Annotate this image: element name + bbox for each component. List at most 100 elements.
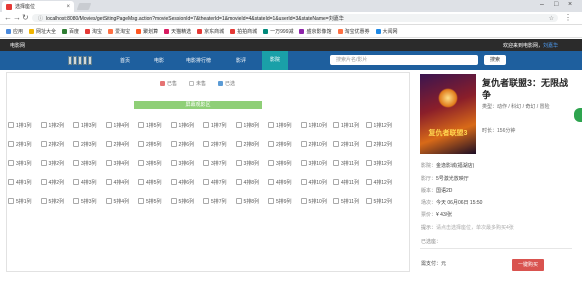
checkbox-icon[interactable]	[170, 122, 177, 128]
checkbox-icon[interactable]	[8, 160, 14, 166]
checkbox-icon[interactable]	[365, 179, 372, 185]
browser-tab[interactable]: 选择座位 ×	[2, 1, 74, 12]
bookmark-item[interactable]: 大阅网	[375, 28, 398, 35]
checkbox-icon[interactable]	[268, 179, 274, 185]
checkbox-icon[interactable]	[105, 179, 112, 185]
checkbox-icon[interactable]	[40, 198, 47, 204]
checkbox-icon[interactable]	[105, 198, 112, 204]
seat-checkbox[interactable]: 1排4列	[105, 121, 134, 129]
seat-checkbox[interactable]: 3排8列	[235, 159, 264, 167]
seat-checkbox[interactable]: 2排10列	[300, 140, 329, 148]
checkbox-icon[interactable]	[300, 198, 307, 204]
seat-checkbox[interactable]: 3排7列	[203, 159, 231, 167]
checkbox-icon[interactable]	[105, 122, 112, 128]
seat-checkbox[interactable]: 1排10列	[300, 121, 329, 129]
reload-icon[interactable]: ↻	[22, 14, 29, 22]
seat-checkbox[interactable]: 4排6列	[170, 178, 199, 186]
seat-checkbox[interactable]: 5排4列	[105, 197, 134, 205]
buy-button[interactable]: 一键购买	[512, 259, 544, 271]
seat-checkbox[interactable]: 4排1列	[8, 178, 36, 186]
seat-checkbox[interactable]: 4排4列	[105, 178, 134, 186]
checkbox-icon[interactable]	[203, 160, 209, 166]
close-window-icon[interactable]: ×	[568, 1, 572, 8]
bookmark-item[interactable]: 淘宝	[85, 28, 102, 35]
seat-checkbox[interactable]: 2排8列	[235, 140, 264, 148]
checkbox-icon[interactable]	[235, 160, 242, 166]
seat-checkbox[interactable]: 4排12列	[365, 178, 394, 186]
checkbox-icon[interactable]	[333, 179, 339, 185]
seat-checkbox[interactable]: 3排9列	[268, 159, 296, 167]
checkbox-icon[interactable]	[268, 122, 274, 128]
bookmark-item[interactable]: 网址大全	[29, 28, 56, 35]
bookmark-item[interactable]: 一万999减	[263, 28, 293, 35]
bookmark-star-icon[interactable]: ☆	[549, 15, 554, 22]
checkbox-icon[interactable]	[8, 122, 14, 128]
checkbox-icon[interactable]	[105, 160, 112, 166]
side-float-button[interactable]	[574, 108, 582, 122]
seat-checkbox[interactable]: 5排1列	[8, 197, 36, 205]
browser-menu-icon[interactable]: ⋮	[564, 14, 572, 22]
checkbox-icon[interactable]	[138, 141, 144, 147]
seat-checkbox[interactable]: 5排7列	[203, 197, 231, 205]
back-arrow-icon[interactable]: ←	[4, 14, 12, 22]
bookmark-item[interactable]: 百度	[62, 28, 79, 35]
search-button[interactable]: 搜索	[484, 55, 506, 65]
new-tab-button[interactable]	[76, 3, 92, 10]
bookmark-item[interactable]: 爱淘宝	[108, 28, 130, 35]
username-link[interactable]: 刘嘉华	[543, 43, 558, 49]
checkbox-icon[interactable]	[170, 160, 177, 166]
seat-checkbox[interactable]: 2排12列	[365, 140, 394, 148]
seat-checkbox[interactable]: 5排5列	[138, 197, 166, 205]
checkbox-icon[interactable]	[40, 141, 47, 147]
seat-checkbox[interactable]: 4排3列	[73, 178, 101, 186]
checkbox-icon[interactable]	[365, 122, 372, 128]
bookmark-item[interactable]: 天猫精选	[164, 28, 191, 35]
seat-checkbox[interactable]: 3排4列	[105, 159, 134, 167]
seat-checkbox[interactable]: 1排6列	[170, 121, 199, 129]
seat-checkbox[interactable]: 2排4列	[105, 140, 134, 148]
checkbox-icon[interactable]	[170, 179, 177, 185]
checkbox-icon[interactable]	[8, 179, 14, 185]
checkbox-icon[interactable]	[203, 198, 209, 204]
nav-movies[interactable]: 电影	[154, 57, 164, 64]
checkbox-icon[interactable]	[40, 179, 47, 185]
seat-checkbox[interactable]: 2排6列	[170, 140, 199, 148]
checkbox-icon[interactable]	[268, 160, 274, 166]
bookmark-item[interactable]: 淘宝优惠券	[337, 28, 370, 35]
seat-checkbox[interactable]: 5排8列	[235, 197, 264, 205]
seat-checkbox[interactable]: 1排3列	[73, 121, 101, 129]
nav-home[interactable]: 首页	[120, 57, 130, 64]
seat-checkbox[interactable]: 3排3列	[73, 159, 101, 167]
checkbox-icon[interactable]	[235, 198, 242, 204]
seat-checkbox[interactable]: 5排11列	[333, 197, 361, 205]
checkbox-icon[interactable]	[40, 160, 47, 166]
checkbox-icon[interactable]	[268, 141, 274, 147]
bookmark-item[interactable]: 聚划算	[136, 28, 158, 35]
checkbox-icon[interactable]	[105, 141, 112, 147]
seat-checkbox[interactable]: 4排2列	[40, 178, 69, 186]
seat-checkbox[interactable]: 3排6列	[170, 159, 199, 167]
checkbox-icon[interactable]	[235, 179, 242, 185]
seat-checkbox[interactable]: 1排7列	[203, 121, 231, 129]
checkbox-icon[interactable]	[300, 122, 307, 128]
seat-checkbox[interactable]: 2排3列	[73, 140, 101, 148]
checkbox-icon[interactable]	[235, 122, 242, 128]
search-input[interactable]: 搜索片名/影片	[330, 55, 478, 65]
checkbox-icon[interactable]	[73, 141, 79, 147]
checkbox-icon[interactable]	[300, 179, 307, 185]
seat-checkbox[interactable]: 4排11列	[333, 178, 361, 186]
seat-checkbox[interactable]: 5排10列	[300, 197, 329, 205]
checkbox-icon[interactable]	[73, 198, 79, 204]
checkbox-icon[interactable]	[365, 141, 372, 147]
seat-checkbox[interactable]: 3排1列	[8, 159, 36, 167]
film-logo-icon[interactable]	[68, 55, 98, 66]
seat-checkbox[interactable]: 2排11列	[333, 140, 361, 148]
checkbox-icon[interactable]	[235, 141, 242, 147]
bookmark-item[interactable]: 拍拍商城	[230, 28, 257, 35]
seat-checkbox[interactable]: 4排9列	[268, 178, 296, 186]
checkbox-icon[interactable]	[73, 160, 79, 166]
seat-checkbox[interactable]: 1排5列	[138, 121, 166, 129]
checkbox-icon[interactable]	[138, 179, 144, 185]
seat-checkbox[interactable]: 2排7列	[203, 140, 231, 148]
info-icon[interactable]: ⓘ	[38, 15, 43, 22]
